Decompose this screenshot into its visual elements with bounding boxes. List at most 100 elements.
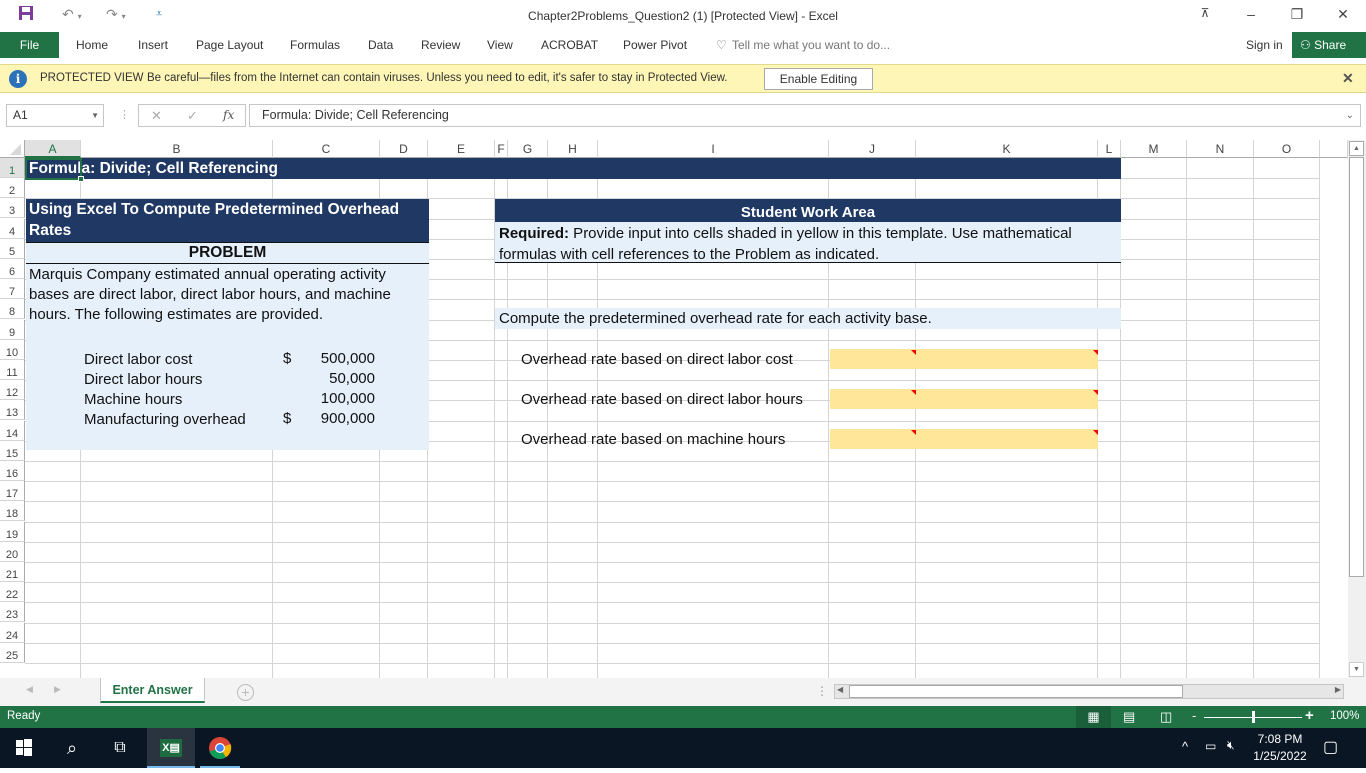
- show-hidden-icons[interactable]: ^: [1182, 739, 1188, 754]
- close-button[interactable]: ✕: [1328, 6, 1358, 23]
- column-header-partial[interactable]: [1320, 140, 1348, 158]
- row-header-3[interactable]: 3: [0, 198, 25, 218]
- answer-input-direct-labor-hours[interactable]: [830, 389, 1098, 409]
- vertical-scroll-thumb[interactable]: [1349, 157, 1364, 577]
- chevron-down-icon[interactable]: ▼: [91, 105, 99, 126]
- clock[interactable]: 7:08 PM 1/25/2022: [1250, 731, 1310, 765]
- start-button[interactable]: [0, 728, 48, 768]
- prev-sheet-icon[interactable]: ◀: [26, 684, 33, 695]
- column-header-d[interactable]: D: [380, 140, 428, 158]
- row-header-19[interactable]: 19: [0, 522, 25, 542]
- next-sheet-icon[interactable]: ▶: [54, 684, 61, 695]
- row-header-6[interactable]: 6: [0, 259, 25, 279]
- tab-insert[interactable]: Insert: [138, 38, 168, 52]
- row-header-13[interactable]: 13: [0, 400, 25, 420]
- vertical-scrollbar[interactable]: ▲ ▼: [1348, 140, 1366, 678]
- ribbon-display-options-icon[interactable]: ⊼: [1190, 6, 1220, 20]
- column-header-f[interactable]: F: [495, 140, 508, 158]
- horizontal-scrollbar[interactable]: ◀ ▶: [834, 684, 1344, 699]
- row-header-24[interactable]: 24: [0, 623, 25, 643]
- volume-muted-icon[interactable]: 🔇︎: [1227, 738, 1235, 753]
- row-header-4[interactable]: 4: [0, 219, 25, 239]
- zoom-out-button[interactable]: -: [1192, 708, 1196, 723]
- tell-me-input[interactable]: Tell me what you want to do...: [732, 38, 890, 52]
- column-header-h[interactable]: H: [548, 140, 598, 158]
- row-header-20[interactable]: 20: [0, 542, 25, 562]
- close-icon[interactable]: ✕: [1342, 70, 1354, 87]
- sheet-tab-enter-answer[interactable]: Enter Answer: [100, 678, 205, 703]
- row-header-9[interactable]: 9: [0, 320, 25, 340]
- row-header-12[interactable]: 12: [0, 380, 25, 400]
- tab-review[interactable]: Review: [421, 38, 460, 52]
- tab-page-layout[interactable]: Page Layout: [196, 38, 263, 52]
- insert-function-icon[interactable]: fx: [223, 108, 234, 122]
- tab-view[interactable]: View: [487, 38, 513, 52]
- row-header-25[interactable]: 25: [0, 643, 25, 663]
- scroll-right-icon[interactable]: ▶: [1335, 685, 1341, 694]
- column-header-c[interactable]: C: [273, 140, 380, 158]
- tab-power-pivot[interactable]: Power Pivot: [623, 38, 687, 52]
- answer-input-machine-hours[interactable]: [830, 429, 1098, 449]
- row-header-11[interactable]: 11: [0, 360, 25, 380]
- add-sheet-icon[interactable]: +: [237, 684, 254, 701]
- column-header-m[interactable]: M: [1121, 140, 1187, 158]
- column-header-l[interactable]: L: [1098, 140, 1121, 158]
- column-header-a[interactable]: A: [25, 140, 81, 158]
- expand-formula-bar-icon[interactable]: ⌄: [1346, 105, 1354, 126]
- taskbar-excel[interactable]: X▤: [147, 728, 195, 768]
- row-header-5[interactable]: 5: [0, 239, 25, 259]
- page-break-view-icon[interactable]: ◫: [1160, 709, 1172, 725]
- task-view-icon[interactable]: ⧉: [96, 728, 144, 768]
- column-header-b[interactable]: B: [81, 140, 273, 158]
- fill-handle[interactable]: [78, 176, 84, 182]
- tab-file[interactable]: File: [0, 32, 59, 58]
- row-header-14[interactable]: 14: [0, 421, 25, 441]
- column-header-j[interactable]: J: [829, 140, 916, 158]
- column-header-g[interactable]: G: [508, 140, 548, 158]
- row-header-15[interactable]: 15: [0, 441, 25, 461]
- action-center-icon[interactable]: ▢: [1323, 737, 1338, 757]
- more-options-icon[interactable]: ⋮: [119, 108, 130, 121]
- row-header-22[interactable]: 22: [0, 582, 25, 602]
- page-layout-view-icon[interactable]: ▤: [1123, 709, 1135, 725]
- tab-acrobat[interactable]: ACROBAT: [541, 38, 598, 52]
- enter-icon[interactable]: ✓: [187, 108, 198, 124]
- battery-icon[interactable]: ▭: [1205, 739, 1216, 753]
- select-all-corner[interactable]: [0, 140, 25, 158]
- comment-indicator[interactable]: [911, 350, 916, 355]
- row-header-17[interactable]: 17: [0, 481, 25, 501]
- column-header-k[interactable]: K: [916, 140, 1098, 158]
- formula-input[interactable]: Formula: Divide; Cell Referencing ⌄: [249, 104, 1361, 127]
- column-header-i[interactable]: I: [598, 140, 829, 158]
- row-header-7[interactable]: 7: [0, 279, 25, 299]
- scroll-left-icon[interactable]: ◀: [837, 685, 843, 694]
- enable-editing-button[interactable]: Enable Editing: [764, 68, 873, 90]
- row-header-16[interactable]: 16: [0, 461, 25, 481]
- share-button[interactable]: ⚇ Share: [1292, 32, 1366, 58]
- answer-input-direct-labor-cost[interactable]: [830, 349, 1098, 369]
- horizontal-scroll-thumb[interactable]: [849, 685, 1183, 698]
- column-header-n[interactable]: N: [1187, 140, 1254, 158]
- selected-cell-a1[interactable]: [25, 158, 82, 180]
- zoom-slider-thumb[interactable]: [1252, 711, 1255, 723]
- comment-indicator[interactable]: [911, 430, 916, 435]
- row-header-2[interactable]: 2: [0, 178, 25, 198]
- row-header-21[interactable]: 21: [0, 562, 25, 582]
- row-header-8[interactable]: 8: [0, 299, 25, 319]
- name-box[interactable]: A1 ▼: [6, 104, 104, 127]
- comment-indicator[interactable]: [1093, 350, 1098, 355]
- tab-home[interactable]: Home: [76, 38, 108, 52]
- restore-button[interactable]: ❐: [1282, 6, 1312, 23]
- taskbar-chrome[interactable]: [200, 728, 240, 768]
- cancel-icon[interactable]: ✕: [151, 108, 162, 124]
- scroll-up-icon[interactable]: ▲: [1349, 141, 1364, 156]
- normal-view-icon[interactable]: ▦: [1076, 706, 1111, 728]
- zoom-level[interactable]: 100%: [1330, 710, 1359, 722]
- comment-indicator[interactable]: [1093, 390, 1098, 395]
- search-icon[interactable]: ⌕: [48, 728, 96, 768]
- minimize-button[interactable]: –: [1236, 6, 1266, 22]
- row-header-1[interactable]: 1: [0, 158, 25, 178]
- row-header-18[interactable]: 18: [0, 501, 25, 521]
- row-header-10[interactable]: 10: [0, 340, 25, 360]
- worksheet-grid[interactable]: Formula: Divide; Cell Referencing Using …: [0, 140, 1348, 678]
